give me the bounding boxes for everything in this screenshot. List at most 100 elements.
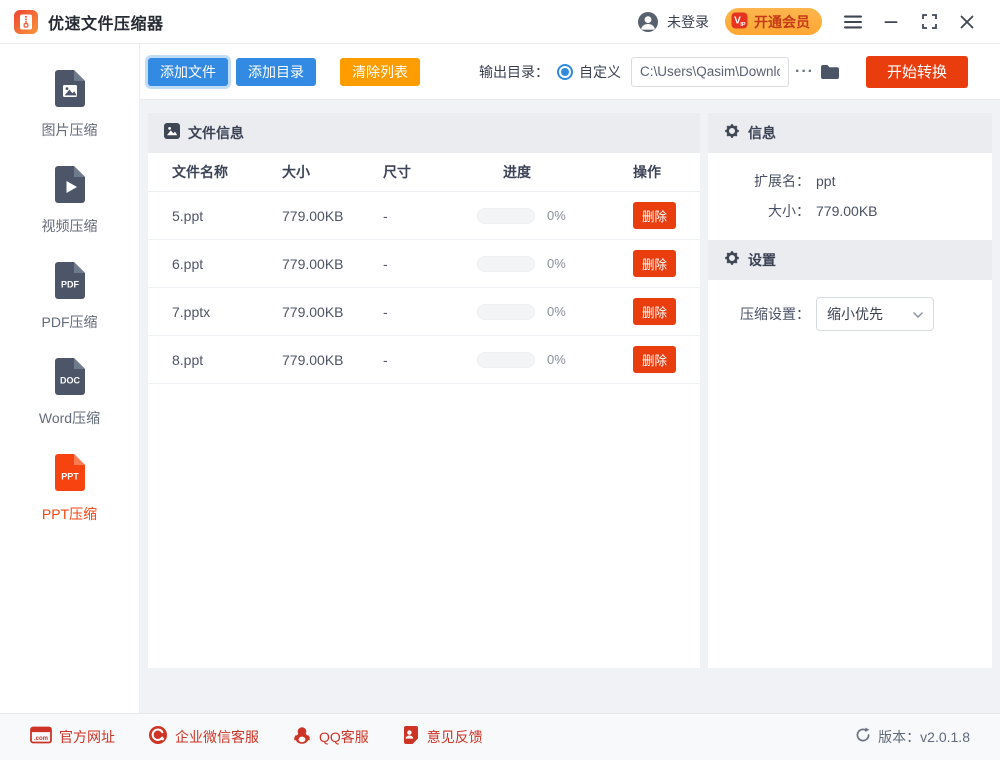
custom-radio[interactable] — [557, 64, 573, 80]
vip-button[interactable]: VIP 开通会员 — [725, 8, 822, 35]
delete-button[interactable]: 删除 — [633, 298, 676, 325]
app-logo-icon — [14, 10, 38, 34]
sidebar-item-label: 图片压缩 — [42, 120, 98, 140]
delete-button[interactable]: 删除 — [633, 250, 676, 277]
chevron-down-icon — [913, 305, 923, 323]
add-file-button[interactable]: 添加文件 — [148, 58, 228, 86]
custom-radio-label[interactable]: 自定义 — [579, 62, 621, 82]
info-panel-header: 信息 — [708, 113, 992, 153]
ppt-file-icon: PPT — [51, 452, 89, 497]
official-website-link[interactable]: .com 官方网址 — [30, 726, 115, 749]
table-row: 7.pptx 779.00KB - 0% 删除 — [148, 288, 700, 336]
compress-setting-select[interactable]: 缩小优先 — [816, 297, 934, 331]
file-name: 6.ppt — [172, 256, 282, 272]
output-dir-label: 输出目录： — [479, 62, 549, 82]
svg-text:IP: IP — [740, 22, 746, 28]
extension-label: 扩展名： — [708, 166, 810, 196]
sidebar-item-label: 视频压缩 — [42, 216, 98, 236]
website-icon: .com — [30, 726, 52, 749]
compress-setting-label: 压缩设置： — [708, 304, 810, 324]
official-website-label: 官方网址 — [59, 727, 115, 747]
progress-percent: 0% — [547, 304, 566, 319]
login-status[interactable]: 未登录 — [667, 12, 709, 32]
sidebar-item-label: PDF压缩 — [42, 312, 98, 332]
progress-bar — [477, 256, 535, 272]
vip-badge-icon: VIP — [731, 12, 748, 32]
delete-button[interactable]: 删除 — [633, 202, 676, 229]
settings-body: 压缩设置： 缩小优先 — [708, 280, 992, 668]
qq-icon — [292, 725, 312, 750]
start-convert-button[interactable]: 开始转换 — [866, 56, 968, 88]
compress-setting-row: 压缩设置： 缩小优先 — [708, 297, 992, 331]
clear-list-button[interactable]: 清除列表 — [340, 58, 420, 86]
output-directory-group: 输出目录： 自定义 ··· — [479, 57, 866, 87]
info-body: 扩展名： ppt 大小： 779.00KB — [708, 153, 992, 240]
file-info-panel: 文件信息 文件名称 大小 尺寸 进度 操作 5.ppt 779.00KB - 0… — [148, 113, 700, 668]
browse-more-button[interactable]: ··· — [795, 63, 814, 81]
wechat-work-service-label: 企业微信客服 — [175, 727, 259, 747]
delete-button[interactable]: 删除 — [633, 346, 676, 373]
update-refresh-icon — [855, 727, 871, 748]
feedback-label: 意见反馈 — [427, 727, 483, 747]
wechat-work-icon — [148, 725, 168, 750]
gear-icon — [724, 123, 740, 144]
app-brand: 优速文件压缩器 — [14, 10, 164, 34]
title-bar: 优速文件压缩器 未登录 VIP 开通会员 — [0, 0, 1000, 44]
close-icon[interactable] — [954, 9, 980, 35]
file-size: 779.00KB — [282, 208, 383, 224]
table-row: 5.ppt 779.00KB - 0% 删除 — [148, 192, 700, 240]
add-directory-button[interactable]: 添加目录 — [236, 58, 316, 86]
user-avatar-icon[interactable] — [635, 9, 661, 35]
table-row: 8.ppt 779.00KB - 0% 删除 — [148, 336, 700, 384]
sidebar-item-image-compress[interactable]: 图片压缩 — [0, 68, 139, 140]
column-header-progress: 进度 — [503, 162, 633, 182]
progress-bar — [477, 208, 535, 224]
app-window: 优速文件压缩器 未登录 VIP 开通会员 — [0, 0, 1000, 760]
wechat-work-service-link[interactable]: 企业微信客服 — [148, 725, 259, 750]
file-info-icon — [164, 123, 180, 144]
image-file-icon — [51, 68, 89, 113]
feedback-link[interactable]: 意见反馈 — [402, 725, 483, 750]
sidebar-item-label: PPT压缩 — [42, 504, 97, 524]
svg-text:.com: .com — [34, 735, 48, 741]
file-panel-header: 文件信息 — [148, 113, 700, 153]
progress-percent: 0% — [547, 256, 566, 271]
open-folder-icon[interactable] — [820, 64, 840, 80]
output-path-input[interactable] — [631, 57, 789, 87]
radio-dot — [561, 68, 569, 76]
extension-value: ppt — [816, 166, 835, 196]
app-title: 优速文件压缩器 — [48, 10, 164, 34]
sidebar-item-video-compress[interactable]: 视频压缩 — [0, 164, 139, 236]
file-name: 7.pptx — [172, 304, 282, 320]
main-area: 添加文件 添加目录 清除列表 输出目录： 自定义 ··· 开始转换 — [140, 44, 1000, 713]
column-header-dimension: 尺寸 — [383, 162, 503, 182]
minimize-icon[interactable] — [878, 9, 904, 35]
vip-button-label: 开通会员 — [754, 12, 810, 32]
progress-percent: 0% — [547, 352, 566, 367]
feedback-icon — [402, 725, 420, 750]
qq-service-link[interactable]: QQ客服 — [292, 725, 369, 750]
sidebar-item-pdf-compress[interactable]: PDF PDF压缩 — [0, 260, 139, 332]
file-name: 5.ppt — [172, 208, 282, 224]
size-value: 779.00KB — [816, 196, 878, 226]
size-row: 大小： 779.00KB — [708, 196, 992, 226]
app-body: 图片压缩 视频压缩 PDF PDF压缩 DOC Word压缩 — [0, 44, 1000, 713]
svg-text:DOC: DOC — [60, 376, 81, 386]
gear-icon — [724, 250, 740, 271]
progress-bar — [477, 352, 535, 368]
footer: .com 官方网址 企业微信客服 QQ客服 意见反馈 版本：v — [0, 713, 1000, 760]
maximize-icon[interactable] — [916, 9, 942, 35]
file-size: 779.00KB — [282, 352, 383, 368]
size-label: 大小： — [708, 196, 810, 226]
qq-service-label: QQ客服 — [319, 727, 369, 747]
sidebar-item-word-compress[interactable]: DOC Word压缩 — [0, 356, 139, 428]
svg-text:PDF: PDF — [61, 280, 80, 290]
pdf-file-icon: PDF — [51, 260, 89, 305]
info-panel-title: 信息 — [748, 123, 776, 143]
table-row: 6.ppt 779.00KB - 0% 删除 — [148, 240, 700, 288]
sidebar-item-ppt-compress[interactable]: PPT PPT压缩 — [0, 452, 139, 524]
menu-icon[interactable] — [840, 9, 866, 35]
settings-panel-header: 设置 — [708, 240, 992, 280]
progress-bar — [477, 304, 535, 320]
progress-percent: 0% — [547, 208, 566, 223]
